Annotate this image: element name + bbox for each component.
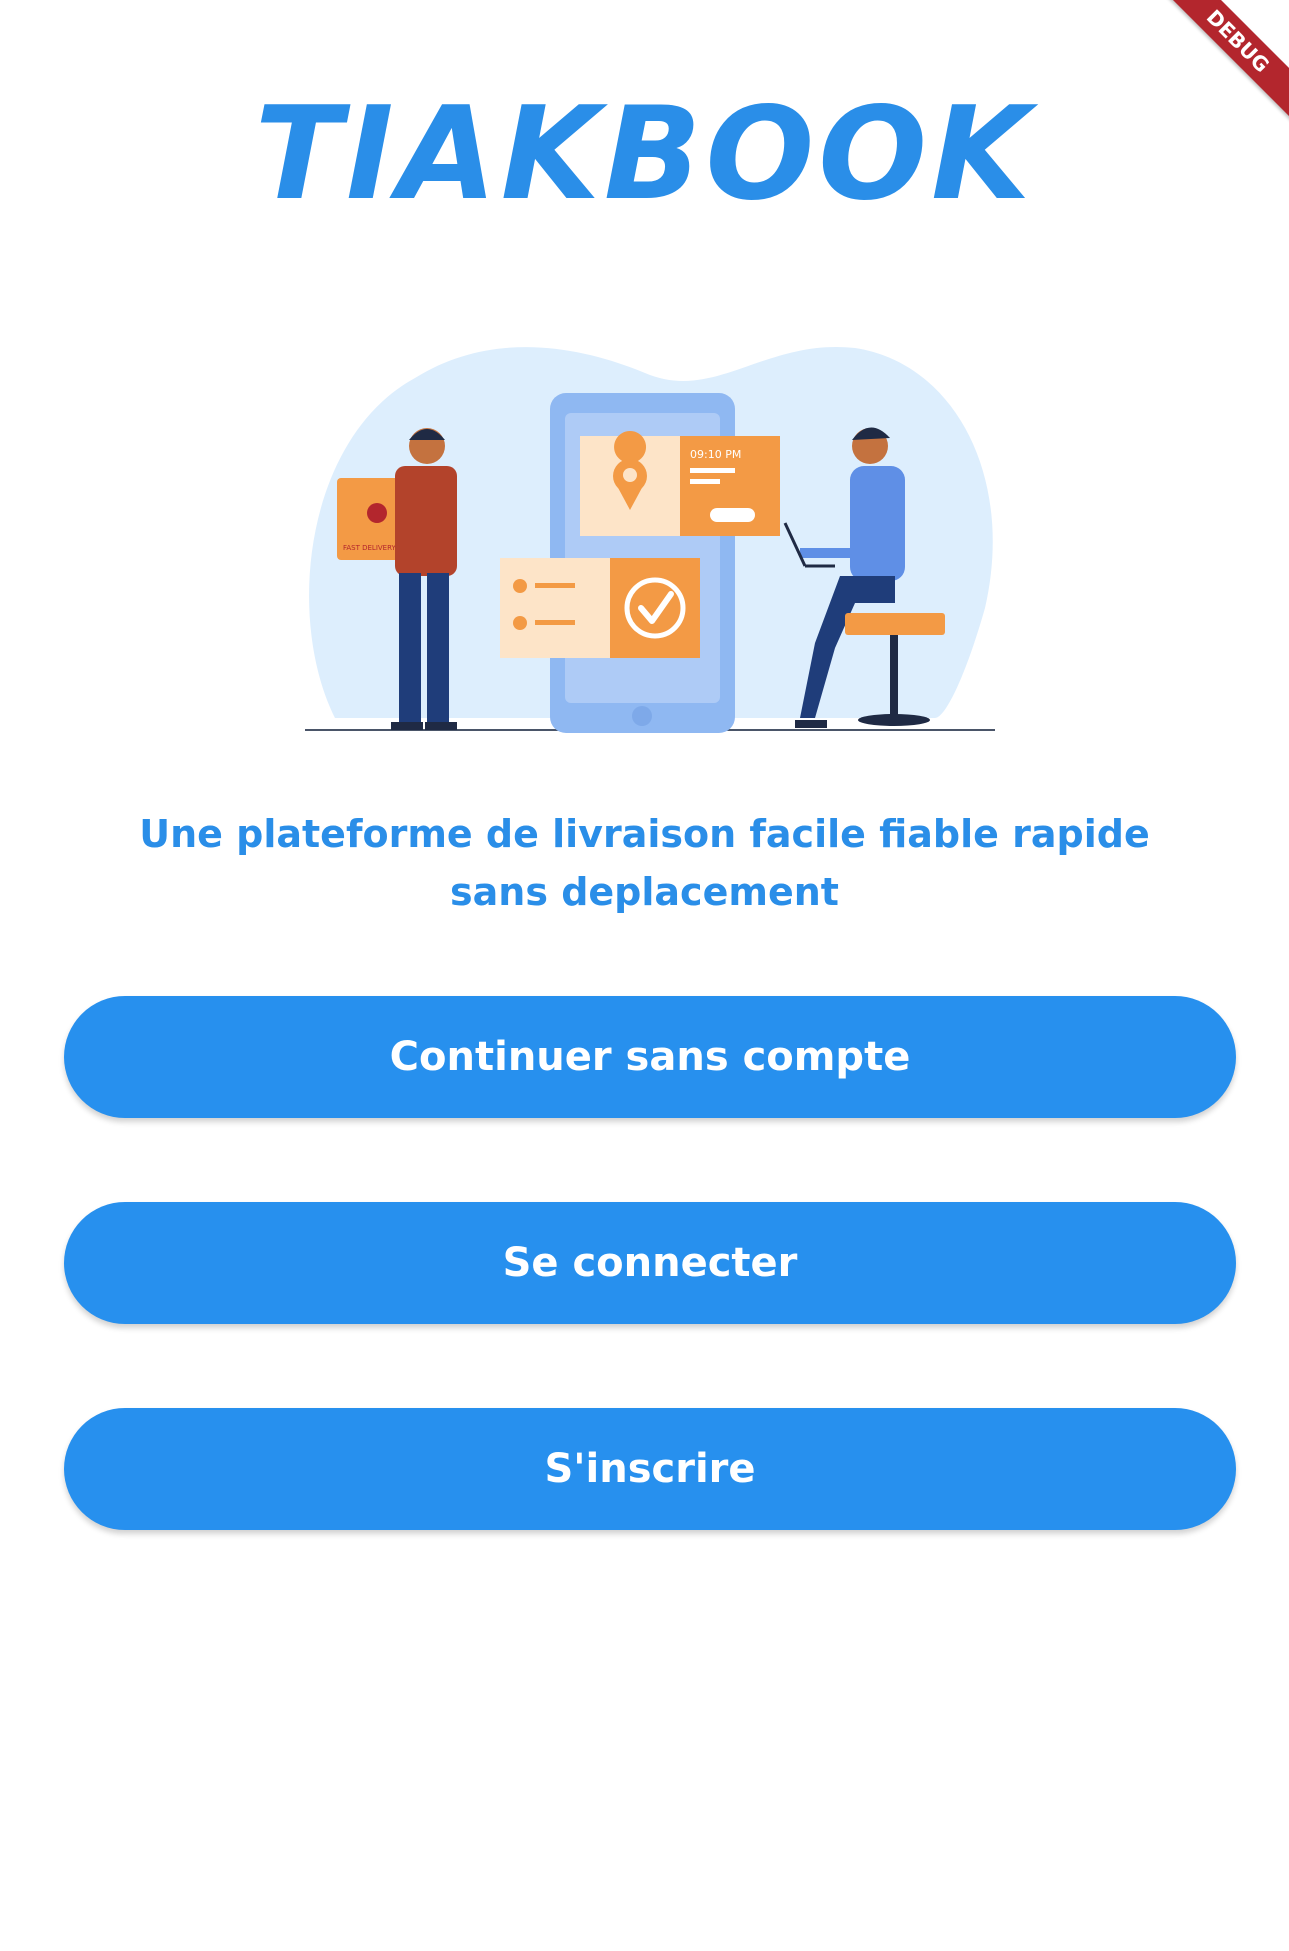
login-button[interactable]: Se connecter xyxy=(64,1202,1236,1324)
continue-without-account-button[interactable]: Continuer sans compte xyxy=(64,996,1236,1118)
stool xyxy=(845,613,945,635)
checklist-card xyxy=(500,558,610,658)
box-label: FAST DELIVERY xyxy=(343,544,397,552)
phone-time-label: 09:10 PM xyxy=(690,448,741,461)
delivery-illustration: 09:10 PM FAST DELIVERY xyxy=(305,346,995,733)
tagline: Une plateforme de livraison facile fiabl… xyxy=(139,812,1150,914)
signup-button[interactable]: S'inscrire xyxy=(64,1408,1236,1530)
app-logo: TIAKBOOK xyxy=(254,80,1035,229)
